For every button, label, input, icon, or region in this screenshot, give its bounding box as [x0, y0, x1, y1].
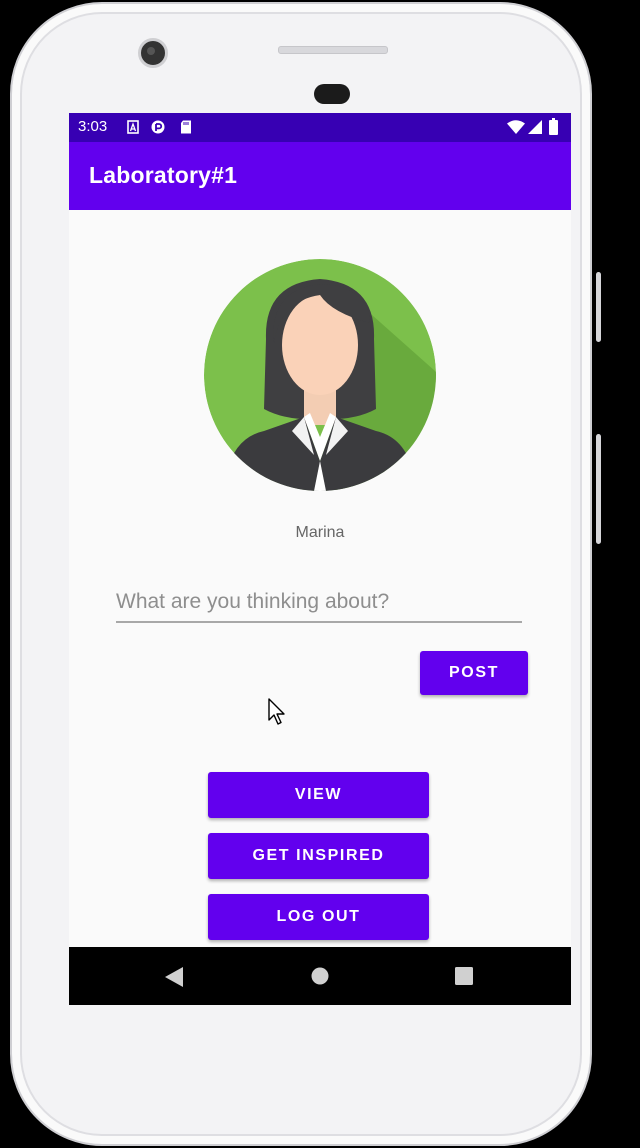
recents-icon[interactable] [455, 967, 473, 985]
wifi-icon [507, 120, 525, 134]
navigation-bar [69, 947, 571, 1005]
profile-name: Marina [295, 524, 345, 541]
home-icon[interactable] [311, 967, 329, 985]
post-input[interactable] [116, 583, 522, 623]
volume-button [596, 434, 601, 544]
front-camera [138, 38, 168, 68]
p-icon [151, 120, 165, 134]
earpiece-speaker [278, 46, 388, 54]
mouse-cursor-icon [268, 698, 285, 725]
sd-card-icon [181, 120, 191, 134]
app-bar: Laboratory#1 [69, 142, 571, 210]
status-bar: 3:03 [69, 113, 571, 142]
device-screen: 3:03 Laboratory#1 Marina What are you th… [69, 113, 571, 1005]
battery-icon [549, 118, 558, 135]
view-button[interactable]: VIEW [208, 772, 429, 818]
power-button [596, 272, 601, 342]
proximity-sensor [314, 84, 350, 104]
status-time: 3:03 [78, 118, 108, 135]
back-icon[interactable] [165, 967, 183, 987]
app-title: Laboratory#1 [89, 162, 238, 188]
signal-icon [528, 120, 542, 134]
log-out-button[interactable]: LOG OUT [208, 894, 429, 940]
post-button[interactable]: POST [420, 651, 528, 695]
avatar [204, 259, 436, 491]
get-inspired-button[interactable]: GET INSPIRED [208, 833, 429, 879]
a-icon [127, 120, 139, 134]
